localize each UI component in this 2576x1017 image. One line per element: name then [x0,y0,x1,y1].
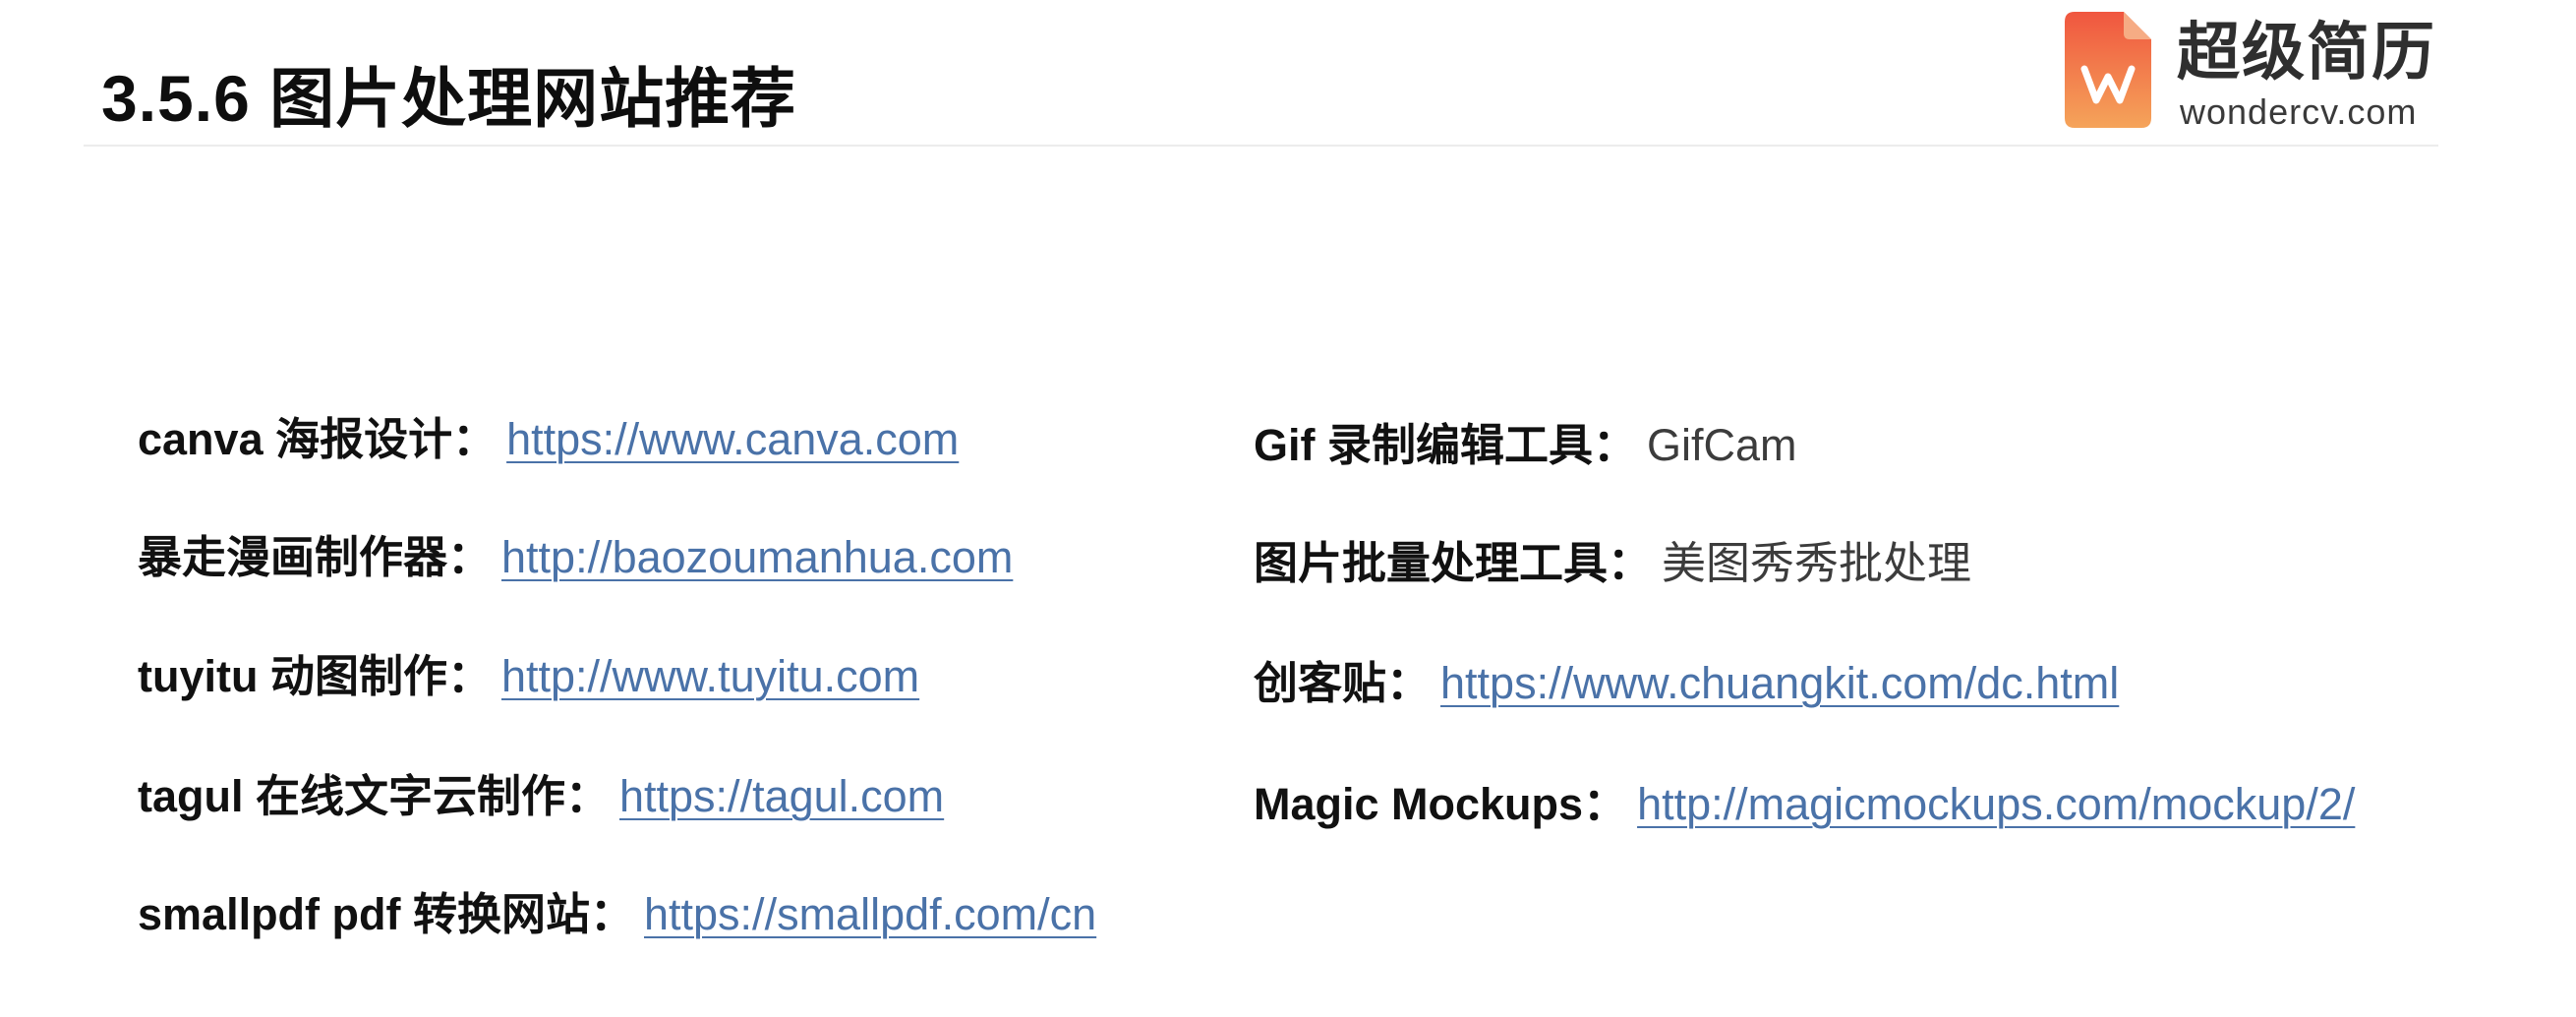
resource-label: Magic Mockups： [1254,779,1628,829]
resource-value: 美图秀秀批处理 [1662,538,1972,588]
resource-link[interactable]: https://smallpdf.com/cn [644,889,1096,939]
resource-link[interactable]: https://tagul.com [619,771,944,821]
resource-link[interactable]: http://baozoumanhua.com [501,532,1013,582]
list-item-smallpdf: smallpdf pdf 转换网站： https://smallpdf.com/c… [138,887,1096,942]
resource-link[interactable]: http://www.tuyitu.com [501,651,919,701]
list-item-baozoumanhua: 暴走漫画制作器： http://baozoumanhua.com [138,530,1013,585]
resource-link[interactable]: http://magicmockups.com/mockup/2/ [1637,779,2355,829]
logo-domain: wondercv.com [2180,91,2418,132]
slide-title: 3.5.6 图片处理网站推荐 [101,62,797,135]
resource-label: tagul 在线文字云制作： [138,771,610,821]
title-divider [84,145,2438,147]
wondercv-logo: 超级简历 wondercv.com [2065,12,2478,132]
resource-link[interactable]: https://www.chuangkit.com/dc.html [1440,658,2119,708]
resource-label: 创客贴： [1254,658,1432,708]
resource-link[interactable]: https://www.canva.com [506,414,959,464]
resource-label: tuyitu 动图制作： [138,651,492,701]
list-item-gifcam: Gif 录制编辑工具： GifCam [1254,418,1797,473]
list-item-canva: canva 海报设计： https://www.canva.com [138,412,959,467]
list-item-meitu: 图片批量处理工具： 美图秀秀批处理 [1254,536,1971,591]
list-item-tagul: tagul 在线文字云制作： https://tagul.com [138,769,944,824]
resource-label: Gif 录制编辑工具： [1254,420,1637,470]
resource-label: 图片批量处理工具： [1254,538,1653,588]
resource-value: GifCam [1647,420,1797,470]
resource-label: smallpdf pdf 转换网站： [138,889,634,939]
logo-chinese-name: 超级简历 [2177,17,2436,88]
resource-label: canva 海报设计： [138,414,498,464]
list-item-magic-mockups: Magic Mockups： http://magicmockups.com/mo… [1254,777,2355,832]
list-item-chuangkit: 创客贴： https://www.chuangkit.com/dc.html [1254,656,2119,711]
wondercv-logo-icon [2065,12,2151,128]
list-item-tuyitu: tuyitu 动图制作： http://www.tuyitu.com [138,649,919,704]
resource-label: 暴走漫画制作器： [138,532,493,582]
